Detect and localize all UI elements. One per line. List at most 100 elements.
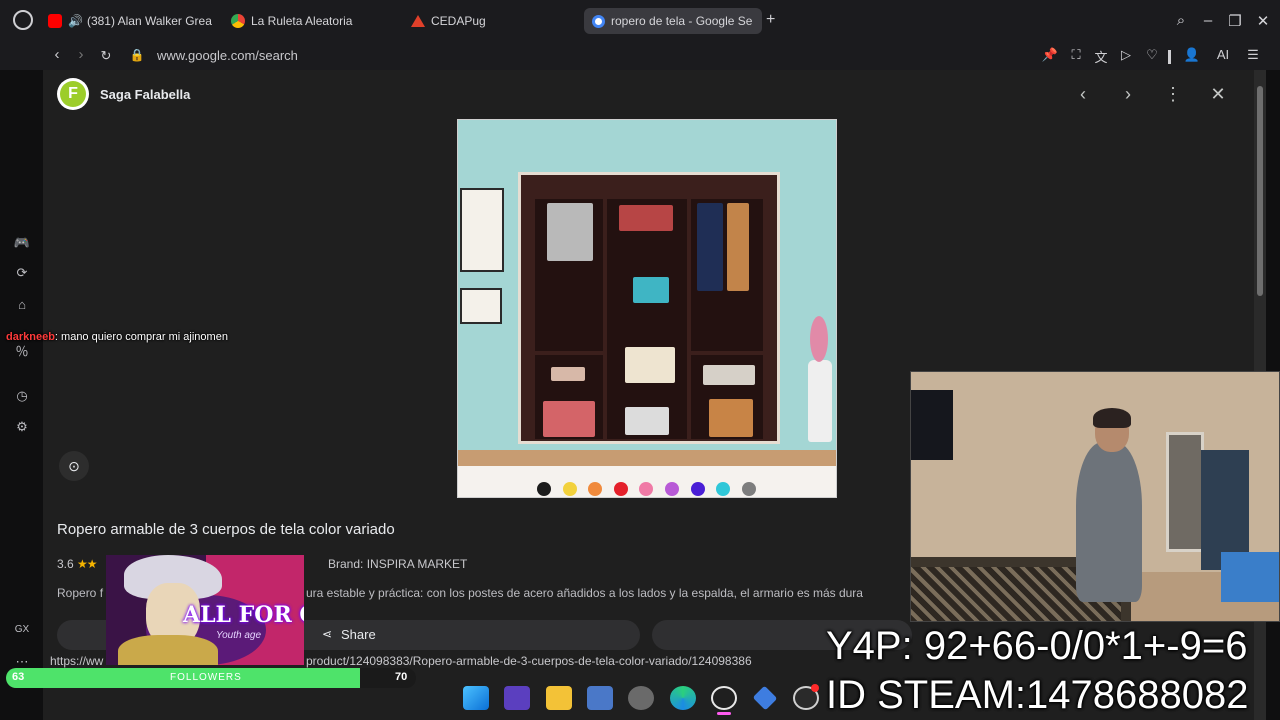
- menu-icon[interactable]: ☰: [1244, 47, 1262, 63]
- color-swatch[interactable]: [665, 482, 679, 496]
- color-swatch[interactable]: [741, 482, 756, 496]
- translate-icon[interactable]: 文: [1092, 47, 1110, 66]
- more-options-icon[interactable]: ⋮: [1162, 84, 1184, 105]
- previous-icon[interactable]: ‹: [1072, 84, 1094, 105]
- color-swatch[interactable]: [690, 482, 705, 496]
- followers-label: FOLLOWERS: [170, 672, 242, 683]
- ai-icon[interactable]: AI: [1208, 47, 1238, 62]
- gx-label: GX: [14, 624, 30, 635]
- product-rating: 3.6 ★★: [57, 557, 98, 571]
- webcam-feed: [910, 371, 1280, 622]
- tab-cedapug[interactable]: CEDAPug: [411, 8, 551, 34]
- heart-icon[interactable]: ♡: [1143, 47, 1161, 63]
- jeans-stack: [703, 365, 755, 385]
- speaker-icon[interactable]: 🔊: [68, 14, 83, 28]
- url-field[interactable]: www.google.com/search: [157, 48, 298, 63]
- close-window-icon[interactable]: ✕: [1253, 12, 1273, 30]
- lock-icon[interactable]: 🔒: [127, 48, 147, 62]
- plaid-shirt: [727, 203, 749, 291]
- store-name[interactable]: Saga Falabella: [100, 87, 190, 102]
- tab-google-search[interactable]: ropero de tela - Google Se: [584, 8, 762, 34]
- google-lens-icon[interactable]: ⊙: [59, 451, 89, 481]
- steam-id-text: ID STEAM:1478688082: [826, 673, 1249, 717]
- pink-stack: [543, 401, 595, 437]
- app-icon[interactable]: [504, 686, 530, 710]
- product-brand: Brand: INSPIRA MARKET: [328, 557, 468, 571]
- browser-menu-icon[interactable]: [13, 10, 33, 30]
- screen: 🔊 (381) Alan Walker Great La Ruleta Alea…: [0, 0, 1280, 720]
- chat-message: darkneeb: mano quiero comprar mi ajinome…: [6, 331, 228, 343]
- character-body: [118, 635, 218, 665]
- file-explorer-icon[interactable]: [546, 686, 572, 710]
- toy-figure: [633, 277, 669, 303]
- product-description-start: Ropero f: [57, 586, 104, 600]
- forward-icon[interactable]: ›: [71, 46, 91, 63]
- settings-icon[interactable]: ⚙: [12, 419, 32, 435]
- close-panel-icon[interactable]: ✕: [1207, 84, 1229, 105]
- scrollbar-thumb[interactable]: [1257, 86, 1263, 296]
- edge-icon[interactable]: [670, 686, 696, 710]
- followers-count: 63: [12, 671, 25, 683]
- reload-icon[interactable]: ↻: [96, 48, 116, 64]
- pin-icon[interactable]: 📌: [1041, 47, 1059, 63]
- grey-jacket: [547, 203, 593, 261]
- profile-icon[interactable]: 👤: [1183, 47, 1201, 63]
- product-title[interactable]: Ropero armable de 3 cuerpos de tela colo…: [57, 521, 395, 538]
- store-logo: F: [57, 78, 89, 110]
- gamepad-icon[interactable]: 🎮: [12, 235, 32, 251]
- calculator-icon[interactable]: [587, 686, 613, 710]
- flowers: [810, 316, 828, 362]
- y4p-text: Y4P: 92+66-0/0*1+-9=6: [826, 624, 1248, 668]
- tab-youtube[interactable]: 🔊 (381) Alan Walker Great: [48, 8, 212, 34]
- tab-label: ropero de tela - Google Se: [611, 14, 753, 28]
- folded-towels: [625, 347, 675, 383]
- refresh-icon[interactable]: ⟳: [12, 265, 32, 281]
- screenshot-icon[interactable]: ⛶: [1067, 47, 1085, 63]
- wardrobe: [518, 172, 780, 444]
- tab-ruleta[interactable]: La Ruleta Aleatoria: [231, 8, 391, 34]
- color-swatch[interactable]: [613, 482, 628, 496]
- history-icon[interactable]: ◷: [12, 388, 32, 404]
- share-button[interactable]: Share: [341, 627, 376, 642]
- share-icon: ⋖: [322, 627, 333, 641]
- search-icon[interactable]: ⌕: [1171, 12, 1191, 29]
- color-swatch[interactable]: [537, 482, 551, 496]
- tab-label: CEDAPug: [431, 14, 486, 28]
- hat: [551, 367, 585, 381]
- cedapug-icon: [411, 15, 425, 27]
- tab-bar: 🔊 (381) Alan Walker Great La Ruleta Alea…: [0, 0, 1280, 42]
- opera-gx-icon[interactable]: [711, 686, 737, 710]
- blue-coat: [697, 203, 723, 291]
- chrome-icon: [231, 14, 245, 28]
- google-icon: [592, 14, 605, 28]
- back-icon[interactable]: ‹: [47, 46, 67, 63]
- deer-picture: [460, 188, 504, 272]
- tab-label: La Ruleta Aleatoria: [251, 14, 353, 28]
- rating-stars: ★★: [77, 557, 97, 571]
- color-swatch[interactable]: [562, 482, 577, 496]
- plant-picture: [460, 288, 502, 324]
- settings-gear-icon[interactable]: [628, 686, 654, 710]
- percent-icon[interactable]: ％: [12, 341, 32, 360]
- active-app-indicator: [717, 712, 731, 715]
- play-icon[interactable]: ▷: [1117, 47, 1135, 63]
- streamer: [1076, 442, 1142, 602]
- bookmark-icon[interactable]: ⌂: [12, 297, 32, 312]
- notification-dot: [811, 684, 819, 692]
- vase: [808, 360, 832, 442]
- new-tab-icon[interactable]: +: [766, 11, 775, 29]
- status-url: product/124098383/Ropero-armable-de-3-cu…: [306, 654, 752, 668]
- rating-value: 3.6: [57, 557, 74, 571]
- toolbar-divider: [1168, 50, 1171, 64]
- room-tv: [911, 390, 953, 460]
- windows-start-icon[interactable]: [463, 686, 489, 710]
- streamer-hair: [1093, 408, 1131, 428]
- next-icon[interactable]: ›: [1117, 84, 1139, 105]
- product-image[interactable]: [457, 119, 837, 498]
- handbag: [709, 399, 753, 437]
- room-boxes: [1221, 552, 1279, 602]
- youtube-icon: [48, 14, 62, 28]
- minimize-icon[interactable]: –: [1198, 12, 1218, 29]
- followers-goal: 70: [395, 671, 408, 683]
- maximize-icon[interactable]: ❐: [1225, 12, 1245, 30]
